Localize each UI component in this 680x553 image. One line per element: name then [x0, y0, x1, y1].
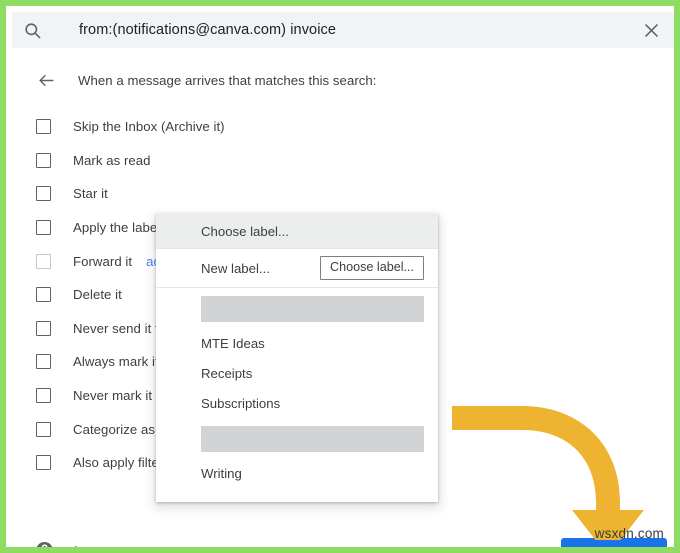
- menu-item-writing[interactable]: Writing: [156, 458, 438, 488]
- back-arrow-icon[interactable]: [36, 70, 56, 90]
- checkbox-never-mark-important[interactable]: [36, 388, 51, 404]
- choose-label-button[interactable]: Choose label...: [319, 256, 424, 280]
- option-label: Delete it: [73, 287, 122, 303]
- checkbox-also-apply-filter[interactable]: [36, 455, 51, 471]
- close-icon[interactable]: [622, 21, 674, 40]
- search-icon[interactable]: [12, 21, 52, 40]
- checkbox-delete-it[interactable]: [36, 287, 51, 303]
- checkbox-apply-the-label[interactable]: [36, 220, 51, 236]
- learn-more-link[interactable]: Learn more: [74, 543, 141, 547]
- checkbox-never-send-to-spam[interactable]: [36, 320, 51, 336]
- curved-down-arrow-icon: [452, 406, 644, 540]
- help-circle-icon[interactable]: ?: [36, 542, 53, 547]
- menu-item-label: New label...: [201, 260, 270, 276]
- option-label: Forward it: [73, 253, 133, 269]
- learn-more-row[interactable]: ? Learn more: [36, 542, 141, 547]
- checkbox-always-mark-important[interactable]: [36, 354, 51, 370]
- option-label: Star it: [73, 186, 108, 202]
- menu-divider: [156, 287, 438, 288]
- filter-panel-title: When a message arrives that matches this…: [78, 72, 377, 88]
- option-star-it[interactable]: Star it: [36, 177, 466, 211]
- menu-item-mte-ideas[interactable]: MTE Ideas: [156, 328, 438, 358]
- checkbox-skip-inbox[interactable]: [36, 119, 51, 135]
- checkbox-star-it[interactable]: [36, 186, 51, 202]
- menu-item-choose-label[interactable]: Choose label...: [156, 214, 438, 248]
- watermark: wsxdn.com: [594, 526, 664, 541]
- label-dropdown-menu[interactable]: Choose label... New label... Choose labe…: [156, 214, 438, 502]
- redacted-label-item: [201, 296, 424, 322]
- option-skip-inbox[interactable]: Skip the Inbox (Archive it): [36, 110, 466, 144]
- search-bar[interactable]: from:(notifications@canva.com) invoice: [12, 12, 674, 48]
- checkbox-categorize-as[interactable]: [36, 421, 51, 437]
- option-label: Mark as read: [73, 152, 151, 168]
- screenshot-frame: from:(notifications@canva.com) invoice W…: [0, 0, 680, 553]
- redacted-label-item: [201, 426, 424, 452]
- checkbox-forward-it[interactable]: [36, 253, 51, 269]
- filter-panel-header: When a message arrives that matches this…: [36, 70, 377, 90]
- option-mark-as-read[interactable]: Mark as read: [36, 144, 466, 178]
- filter-panel: When a message arrives that matches this…: [12, 48, 674, 547]
- search-input[interactable]: from:(notifications@canva.com) invoice: [52, 22, 622, 38]
- checkbox-mark-as-read[interactable]: [36, 152, 51, 168]
- option-label: Apply the label:: [73, 220, 164, 236]
- menu-item-subscriptions[interactable]: Subscriptions: [156, 388, 438, 418]
- menu-item-new-label[interactable]: New label... Choose label...: [156, 249, 438, 287]
- menu-item-receipts[interactable]: Receipts: [156, 358, 438, 388]
- option-label: Skip the Inbox (Archive it): [73, 119, 225, 135]
